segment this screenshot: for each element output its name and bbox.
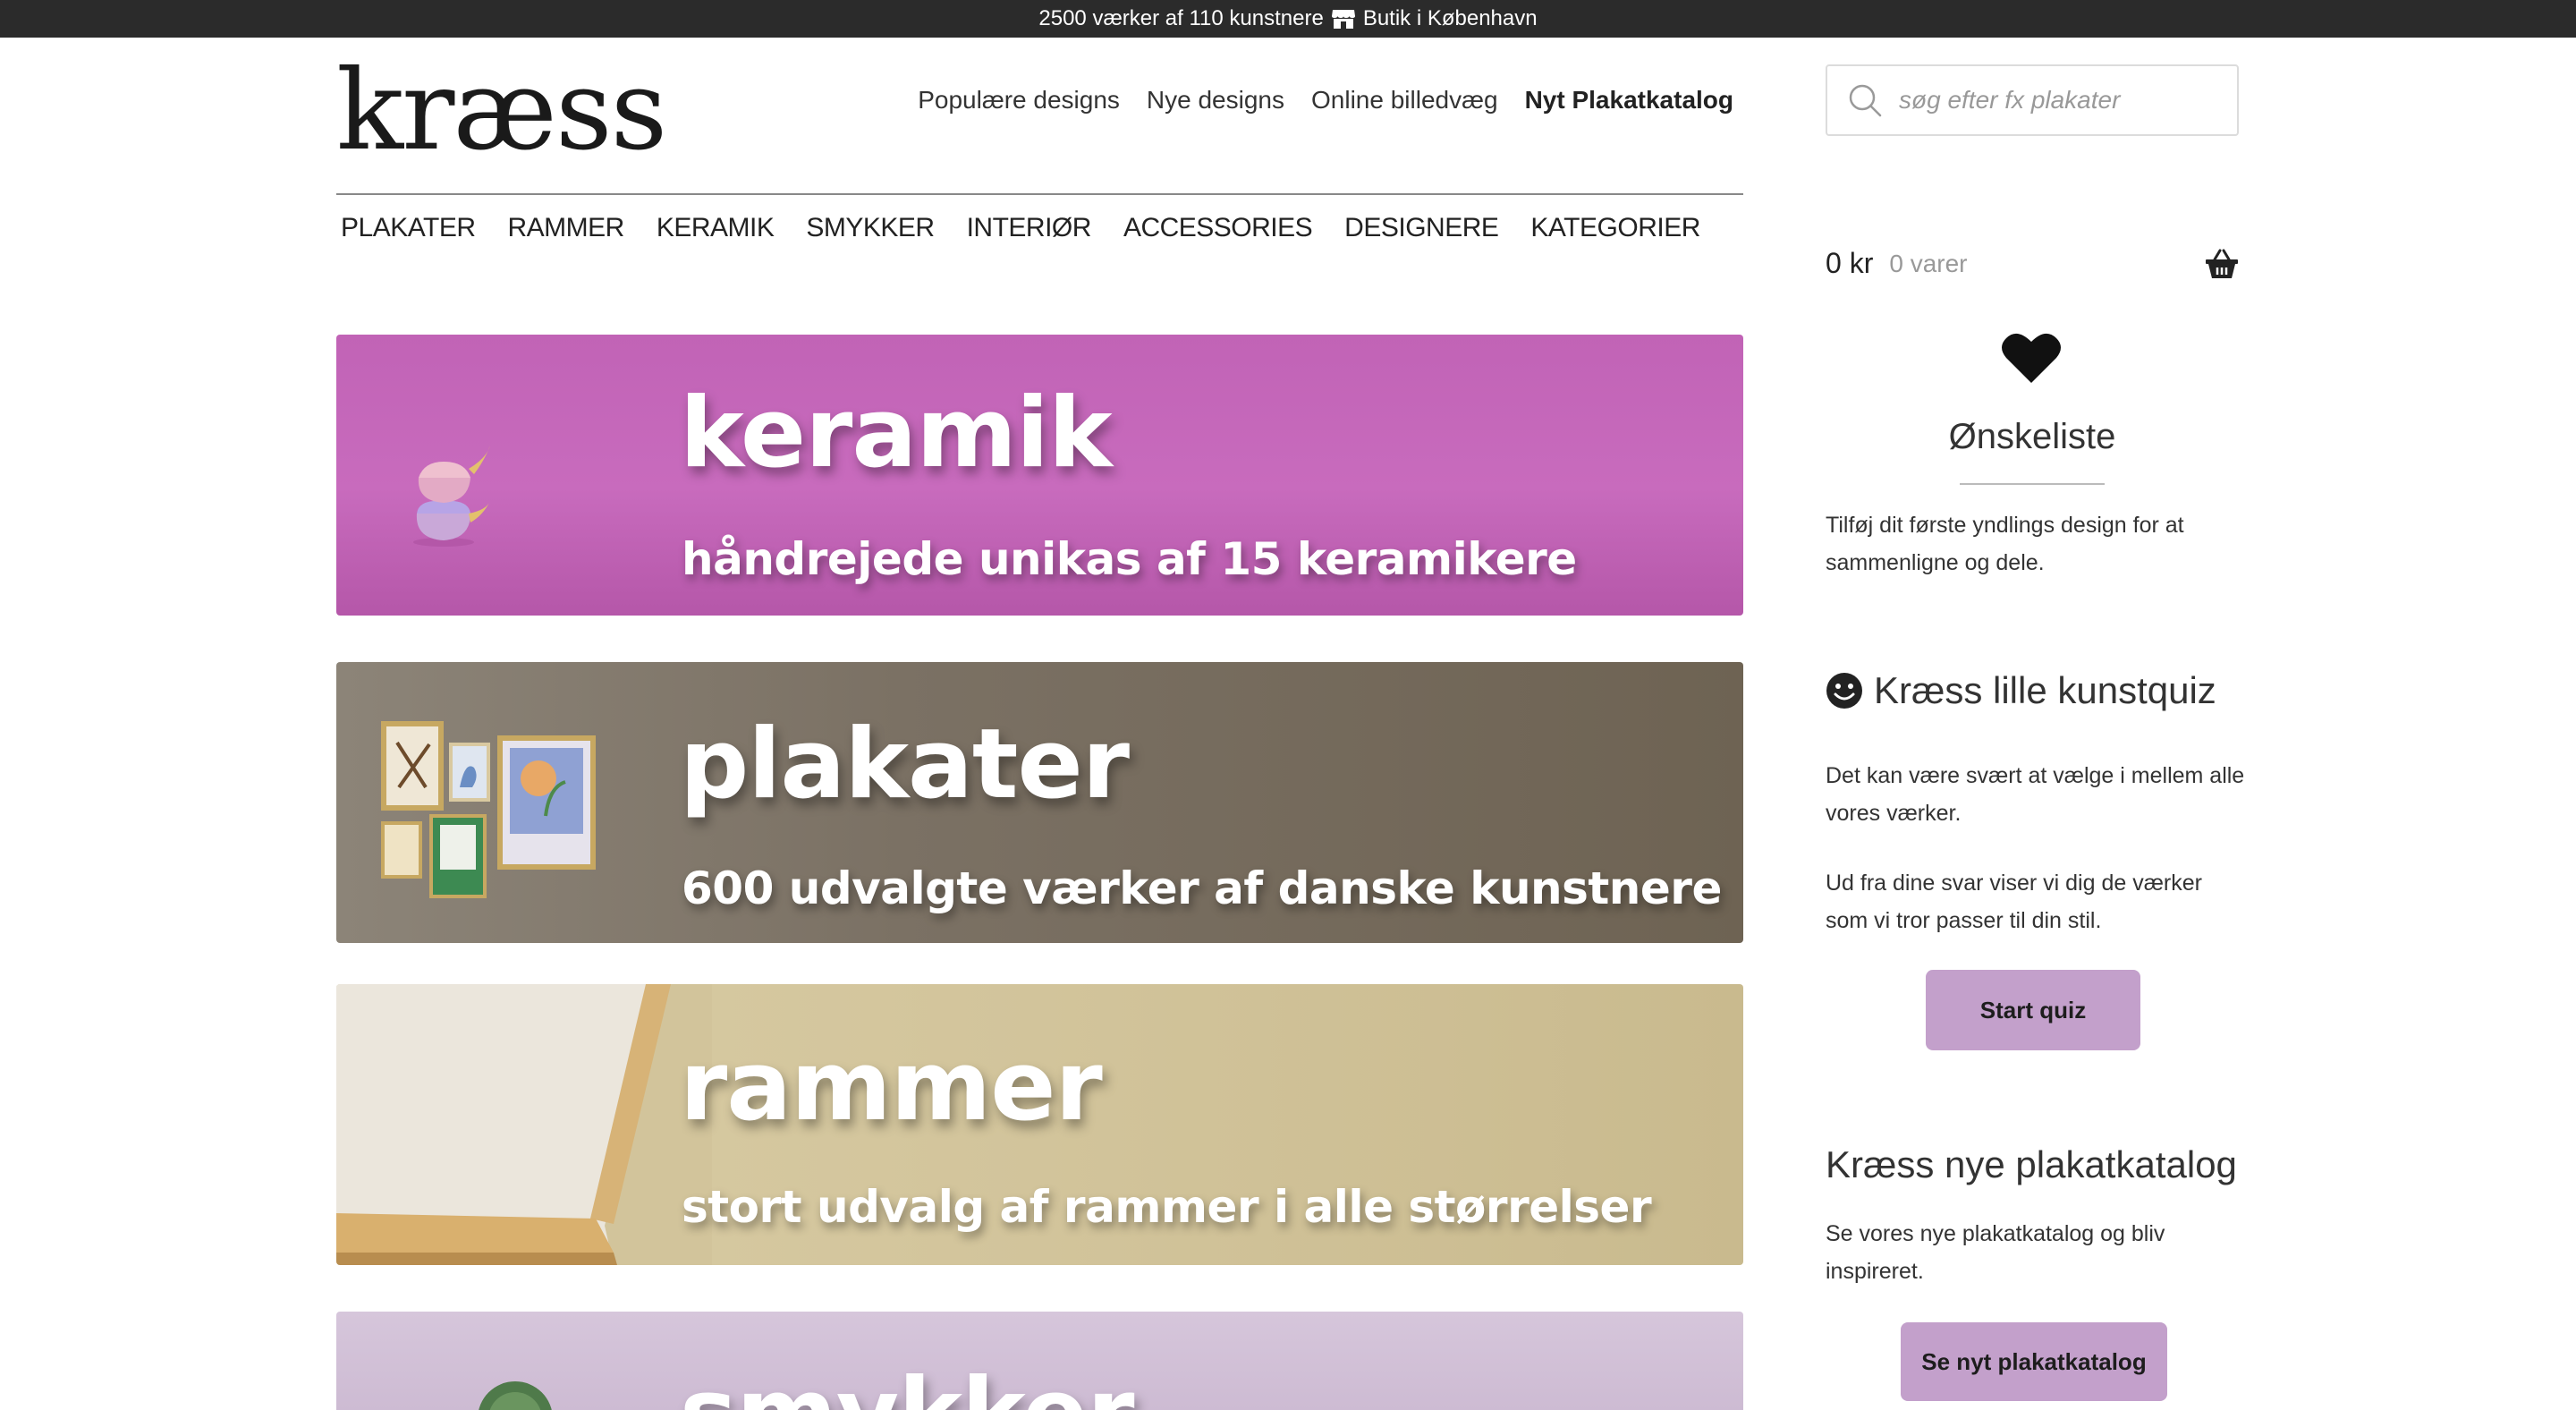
poster-wall-image	[381, 721, 596, 898]
category-kategorier[interactable]: KATEGORIER	[1530, 213, 1700, 243]
category-smykker[interactable]: SMYKKER	[806, 213, 935, 243]
shop-icon	[1331, 8, 1356, 30]
wishlist-title: Ønskeliste	[1948, 417, 2116, 456]
store-location-text: Butik i København	[1362, 6, 1538, 30]
catalog-text: Se vores nye plakatkatalog og bliv inspi…	[1826, 1221, 2165, 1284]
frame-corner-image	[336, 984, 712, 1265]
category-interior[interactable]: INTERIØR	[967, 213, 1092, 243]
jewelry-image	[479, 1381, 552, 1410]
wishlist-divider	[1960, 483, 2105, 485]
category-plakater[interactable]: PLAKATER	[341, 213, 476, 243]
ceramic-cups-image	[413, 446, 490, 547]
smiley-icon	[1826, 672, 1863, 709]
banner-plakater[interactable]: plakater 600 udvalgte værker af danske k…	[336, 662, 1743, 943]
wishlist-text: Tilføj dit første yndlings design for at…	[1826, 513, 2184, 575]
catalog-title: Kræss nye plakatkatalog	[1826, 1143, 2237, 1185]
basket-icon[interactable]	[2205, 249, 2239, 279]
search-icon[interactable]	[1847, 82, 1883, 118]
banner-title: keramik	[680, 378, 1113, 489]
category-accessories[interactable]: ACCESSORIES	[1123, 213, 1313, 243]
heart-icon	[2001, 329, 2062, 386]
category-rammer[interactable]: RAMMER	[508, 213, 625, 243]
banner-title: smykker	[680, 1358, 1134, 1410]
quiz-title: Kræss lille kunstquiz	[1874, 669, 2216, 711]
logo[interactable]: kræss	[336, 55, 667, 166]
banner-smykker[interactable]: smykker	[336, 1312, 1743, 1410]
nav-new-poster-catalog[interactable]: Nyt Plakatkatalog	[1525, 86, 1733, 115]
banner-title: rammer	[680, 1031, 1103, 1142]
main-nav: Populære designs Nye designs Online bill…	[918, 86, 1733, 115]
nav-popular-designs[interactable]: Populære designs	[918, 86, 1120, 115]
banner-subtitle: håndrejede unikas af 15 keramikere	[682, 533, 1577, 585]
banner-keramik[interactable]: keramik håndrejede unikas af 15 keramike…	[336, 335, 1743, 616]
quiz-description: Det kan være svært at vælge i mellem all…	[1826, 763, 2245, 826]
announcement-text: 2500 værker af 110 kunstnere	[1038, 6, 1324, 30]
search-input[interactable]	[1899, 86, 2221, 115]
mini-cart[interactable]: 0 kr 0 varer	[1826, 247, 2239, 280]
banner-subtitle: 600 udvalgte værker af danske kunstnere	[682, 862, 1722, 914]
announcement-bar: 2500 værker af 110 kunstnere Butik i Køb…	[0, 0, 2576, 38]
header-divider	[336, 193, 1743, 195]
nav-online-picture-wall[interactable]: Online billedvæg	[1311, 86, 1498, 115]
search-box[interactable]	[1826, 64, 2239, 136]
view-catalog-button[interactable]: Se nyt plakatkatalog	[1901, 1322, 2167, 1401]
category-keramik[interactable]: KERAMIK	[657, 213, 775, 243]
banner-subtitle: stort udvalg af rammer i alle størrelser	[682, 1181, 1652, 1233]
quiz-description-2: Ud fra dine svar viser vi dig de værker …	[1826, 871, 2202, 933]
nav-new-designs[interactable]: Nye designs	[1147, 86, 1284, 115]
banner-title: plakater	[680, 709, 1130, 820]
category-designere[interactable]: DESIGNERE	[1344, 213, 1499, 243]
banner-rammer[interactable]: rammer stort udvalg af rammer i alle stø…	[336, 984, 1743, 1265]
quiz-heading: Kræss lille kunstquiz	[1826, 669, 2216, 712]
cart-item-count: 0 varer	[1889, 249, 1968, 277]
category-nav: PLAKATER RAMMER KERAMIK SMYKKER INTERIØR…	[341, 213, 1700, 243]
cart-amount: 0 kr	[1826, 247, 1874, 279]
start-quiz-button[interactable]: Start quiz	[1926, 970, 2140, 1050]
